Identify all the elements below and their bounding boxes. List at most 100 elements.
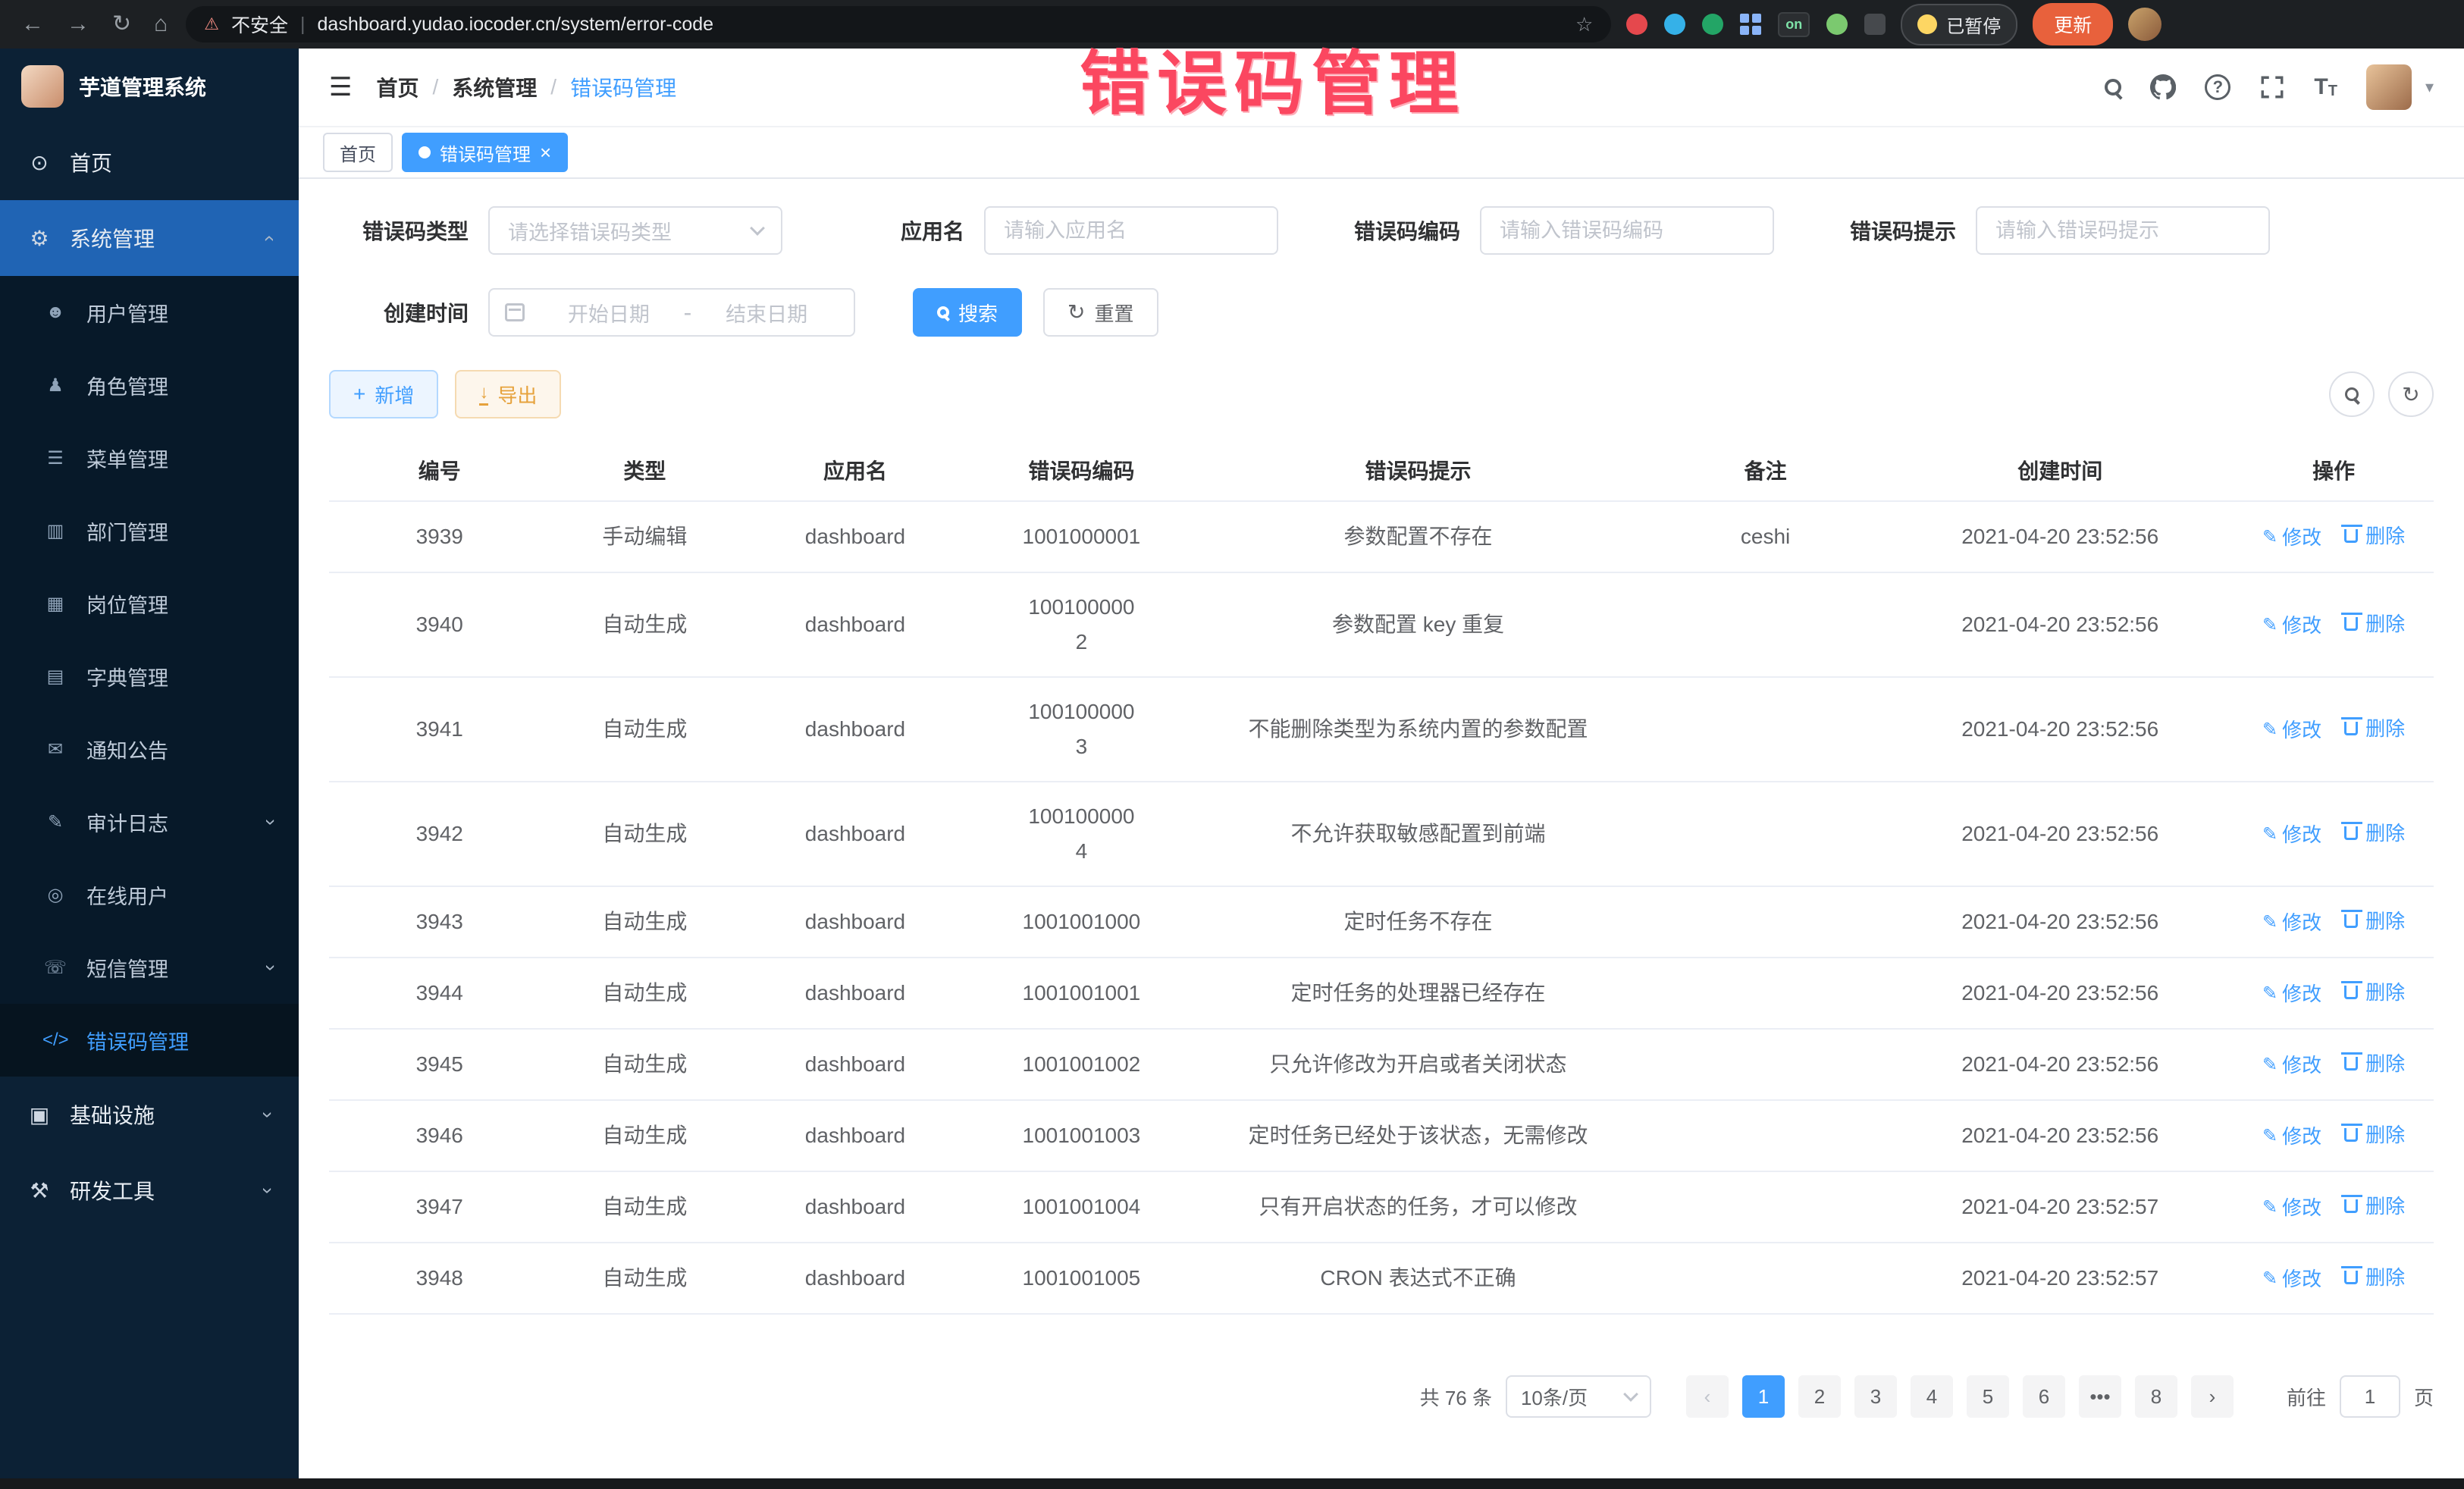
extension-icon[interactable] bbox=[1702, 14, 1723, 35]
prev-page-button[interactable]: ‹ bbox=[1686, 1375, 1729, 1418]
edit-link[interactable]: ✎修改 bbox=[2262, 1048, 2321, 1083]
app-logo[interactable]: 芋道管理系统 bbox=[0, 49, 299, 124]
app-name-input[interactable] bbox=[984, 206, 1278, 255]
cell-app-name: dashboard bbox=[739, 1100, 970, 1171]
delete-link[interactable]: 删除 bbox=[2343, 816, 2405, 851]
sidebar-subitem[interactable]: ☰ 菜单管理 › bbox=[0, 422, 299, 494]
delete-link[interactable]: 删除 bbox=[2343, 1189, 2405, 1224]
forward-icon[interactable]: → bbox=[67, 13, 89, 36]
page-number-button[interactable]: 3 bbox=[1854, 1375, 1897, 1418]
annotation-text: 错误码管理 bbox=[1080, 27, 1466, 128]
edit-link[interactable]: ✎修改 bbox=[2262, 817, 2321, 852]
goto-page-input[interactable] bbox=[2340, 1375, 2400, 1418]
edit-link[interactable]: ✎修改 bbox=[2262, 905, 2321, 940]
help-icon[interactable]: ? bbox=[2205, 74, 2230, 100]
delete-link[interactable]: 删除 bbox=[2343, 1046, 2405, 1081]
github-icon[interactable] bbox=[2150, 74, 2176, 100]
cell-create-time: 2021-04-20 23:52:57 bbox=[1886, 1171, 2234, 1243]
delete-link[interactable]: 删除 bbox=[2343, 711, 2405, 746]
sidebar-item-home[interactable]: ⊙ 首页 bbox=[0, 124, 299, 200]
sidebar-subitem[interactable]: </> 错误码管理 › bbox=[0, 1004, 299, 1077]
page-number-button[interactable]: ••• bbox=[2079, 1375, 2121, 1418]
table-row: 3939 手动编辑 dashboard 1001000001 参数配置不存在 c… bbox=[329, 501, 2434, 572]
page-number-button[interactable]: 2 bbox=[1798, 1375, 1841, 1418]
font-size-icon[interactable]: TT bbox=[2314, 74, 2337, 100]
search-button[interactable]: 搜索 bbox=[913, 288, 1022, 337]
sidebar-item-devtools[interactable]: ⚒ 研发工具 › bbox=[0, 1152, 299, 1228]
tab-home[interactable]: 首页 bbox=[323, 133, 393, 172]
extension-icon[interactable] bbox=[1664, 14, 1685, 35]
date-separator: - bbox=[681, 299, 695, 327]
extension-on-badge[interactable]: on bbox=[1778, 12, 1810, 37]
cell-id: 3944 bbox=[329, 958, 550, 1029]
goto-label: 前往 bbox=[2287, 1383, 2326, 1411]
delete-link[interactable]: 删除 bbox=[2343, 1260, 2405, 1295]
extension-icon[interactable] bbox=[1826, 14, 1848, 35]
tab-error-code[interactable]: 错误码管理 × bbox=[402, 133, 568, 172]
page-size-select[interactable]: 10条/页 bbox=[1506, 1375, 1651, 1418]
caret-down-icon[interactable]: ▾ bbox=[2425, 77, 2434, 97]
fullscreen-icon[interactable] bbox=[2259, 74, 2285, 100]
page-number-button[interactable]: 8 bbox=[2135, 1375, 2177, 1418]
error-hint-input[interactable] bbox=[1976, 206, 2270, 255]
back-icon[interactable]: ← bbox=[21, 13, 44, 36]
sidebar-subitem[interactable]: ▥ 部门管理 › bbox=[0, 494, 299, 567]
page-number-button[interactable]: 4 bbox=[1911, 1375, 1953, 1418]
edit-link[interactable]: ✎修改 bbox=[2262, 1119, 2321, 1154]
search-icon[interactable] bbox=[2105, 79, 2121, 96]
page-number-button[interactable]: 5 bbox=[1967, 1375, 2009, 1418]
error-type-select[interactable]: 请选择错误码类型 bbox=[488, 206, 782, 255]
breadcrumb-home[interactable]: 首页 bbox=[376, 72, 419, 102]
user-avatar[interactable] bbox=[2366, 64, 2412, 110]
export-button[interactable]: ↓ 导出 bbox=[455, 370, 561, 418]
search-label: 搜索 bbox=[958, 299, 998, 327]
reload-icon[interactable]: ↻ bbox=[112, 13, 131, 36]
next-page-button[interactable]: › bbox=[2191, 1375, 2234, 1418]
edit-link[interactable]: ✎修改 bbox=[2262, 976, 2321, 1011]
sidebar-subitem[interactable]: ▦ 岗位管理 › bbox=[0, 567, 299, 640]
delete-link[interactable]: 删除 bbox=[2343, 519, 2405, 553]
close-icon[interactable]: × bbox=[540, 141, 551, 165]
delete-link[interactable]: 删除 bbox=[2343, 904, 2405, 939]
refresh-table-button[interactable]: ↻ bbox=[2388, 371, 2434, 417]
error-code-input[interactable] bbox=[1480, 206, 1774, 255]
sidebar-item-infrastructure[interactable]: ▣ 基础设施 › bbox=[0, 1077, 299, 1152]
edit-link[interactable]: ✎修改 bbox=[2262, 608, 2321, 643]
breadcrumb-system[interactable]: 系统管理 bbox=[452, 72, 537, 102]
add-button[interactable]: + 新增 bbox=[329, 370, 438, 418]
date-range-picker[interactable]: 开始日期 - 结束日期 bbox=[488, 288, 855, 337]
sidebar-subitem[interactable]: ✉ 通知公告 › bbox=[0, 713, 299, 785]
delete-link[interactable]: 删除 bbox=[2343, 975, 2405, 1010]
table-row: 3942 自动生成 dashboard 100100000 4 不允许获取敏感配… bbox=[329, 782, 2434, 886]
sidebar-item-system[interactable]: ⚙ 系统管理 › bbox=[0, 200, 299, 276]
paused-badge[interactable]: 已暂停 bbox=[1901, 4, 2017, 45]
submenu-icon: ♟ bbox=[42, 375, 68, 397]
filter-label: 创建时间 bbox=[329, 297, 469, 328]
sidebar-subitem[interactable]: ☻ 用户管理 › bbox=[0, 276, 299, 349]
edit-link[interactable]: ✎修改 bbox=[2262, 713, 2321, 748]
page-number-button[interactable]: 6 bbox=[2023, 1375, 2065, 1418]
sidebar-subitem[interactable]: ♟ 角色管理 › bbox=[0, 349, 299, 422]
table-toolbar: + 新增 ↓ 导出 ↻ bbox=[329, 370, 2434, 418]
edit-link[interactable]: ✎修改 bbox=[2262, 1262, 2321, 1296]
browser-profile-avatar[interactable] bbox=[2128, 8, 2161, 41]
delete-link[interactable]: 删除 bbox=[2343, 607, 2405, 641]
edit-link[interactable]: ✎修改 bbox=[2262, 1190, 2321, 1225]
sidebar-subitem[interactable]: ☏ 短信管理 › bbox=[0, 931, 299, 1004]
extension-icon[interactable] bbox=[1626, 14, 1647, 35]
page-number-button[interactable]: 1 bbox=[1742, 1375, 1785, 1418]
sidebar-subitem[interactable]: ◎ 在线用户 › bbox=[0, 858, 299, 931]
extension-grid-icon[interactable] bbox=[1740, 14, 1761, 35]
cell-actions: ✎修改删除 bbox=[2234, 1243, 2434, 1314]
sidebar-subitem[interactable]: ✎ 审计日志 › bbox=[0, 785, 299, 858]
edit-link[interactable]: ✎修改 bbox=[2262, 520, 2321, 555]
reset-button[interactable]: ↻ 重置 bbox=[1043, 288, 1158, 337]
home-icon[interactable]: ⌂ bbox=[154, 13, 168, 36]
toggle-search-button[interactable] bbox=[2329, 371, 2375, 417]
star-icon[interactable]: ☆ bbox=[1575, 13, 1593, 36]
hamburger-icon[interactable]: ☰ bbox=[329, 72, 352, 102]
puzzle-icon[interactable] bbox=[1864, 14, 1886, 35]
update-button[interactable]: 更新 bbox=[2033, 3, 2113, 45]
sidebar-subitem[interactable]: ▤ 字典管理 › bbox=[0, 640, 299, 713]
delete-link[interactable]: 删除 bbox=[2343, 1118, 2405, 1152]
